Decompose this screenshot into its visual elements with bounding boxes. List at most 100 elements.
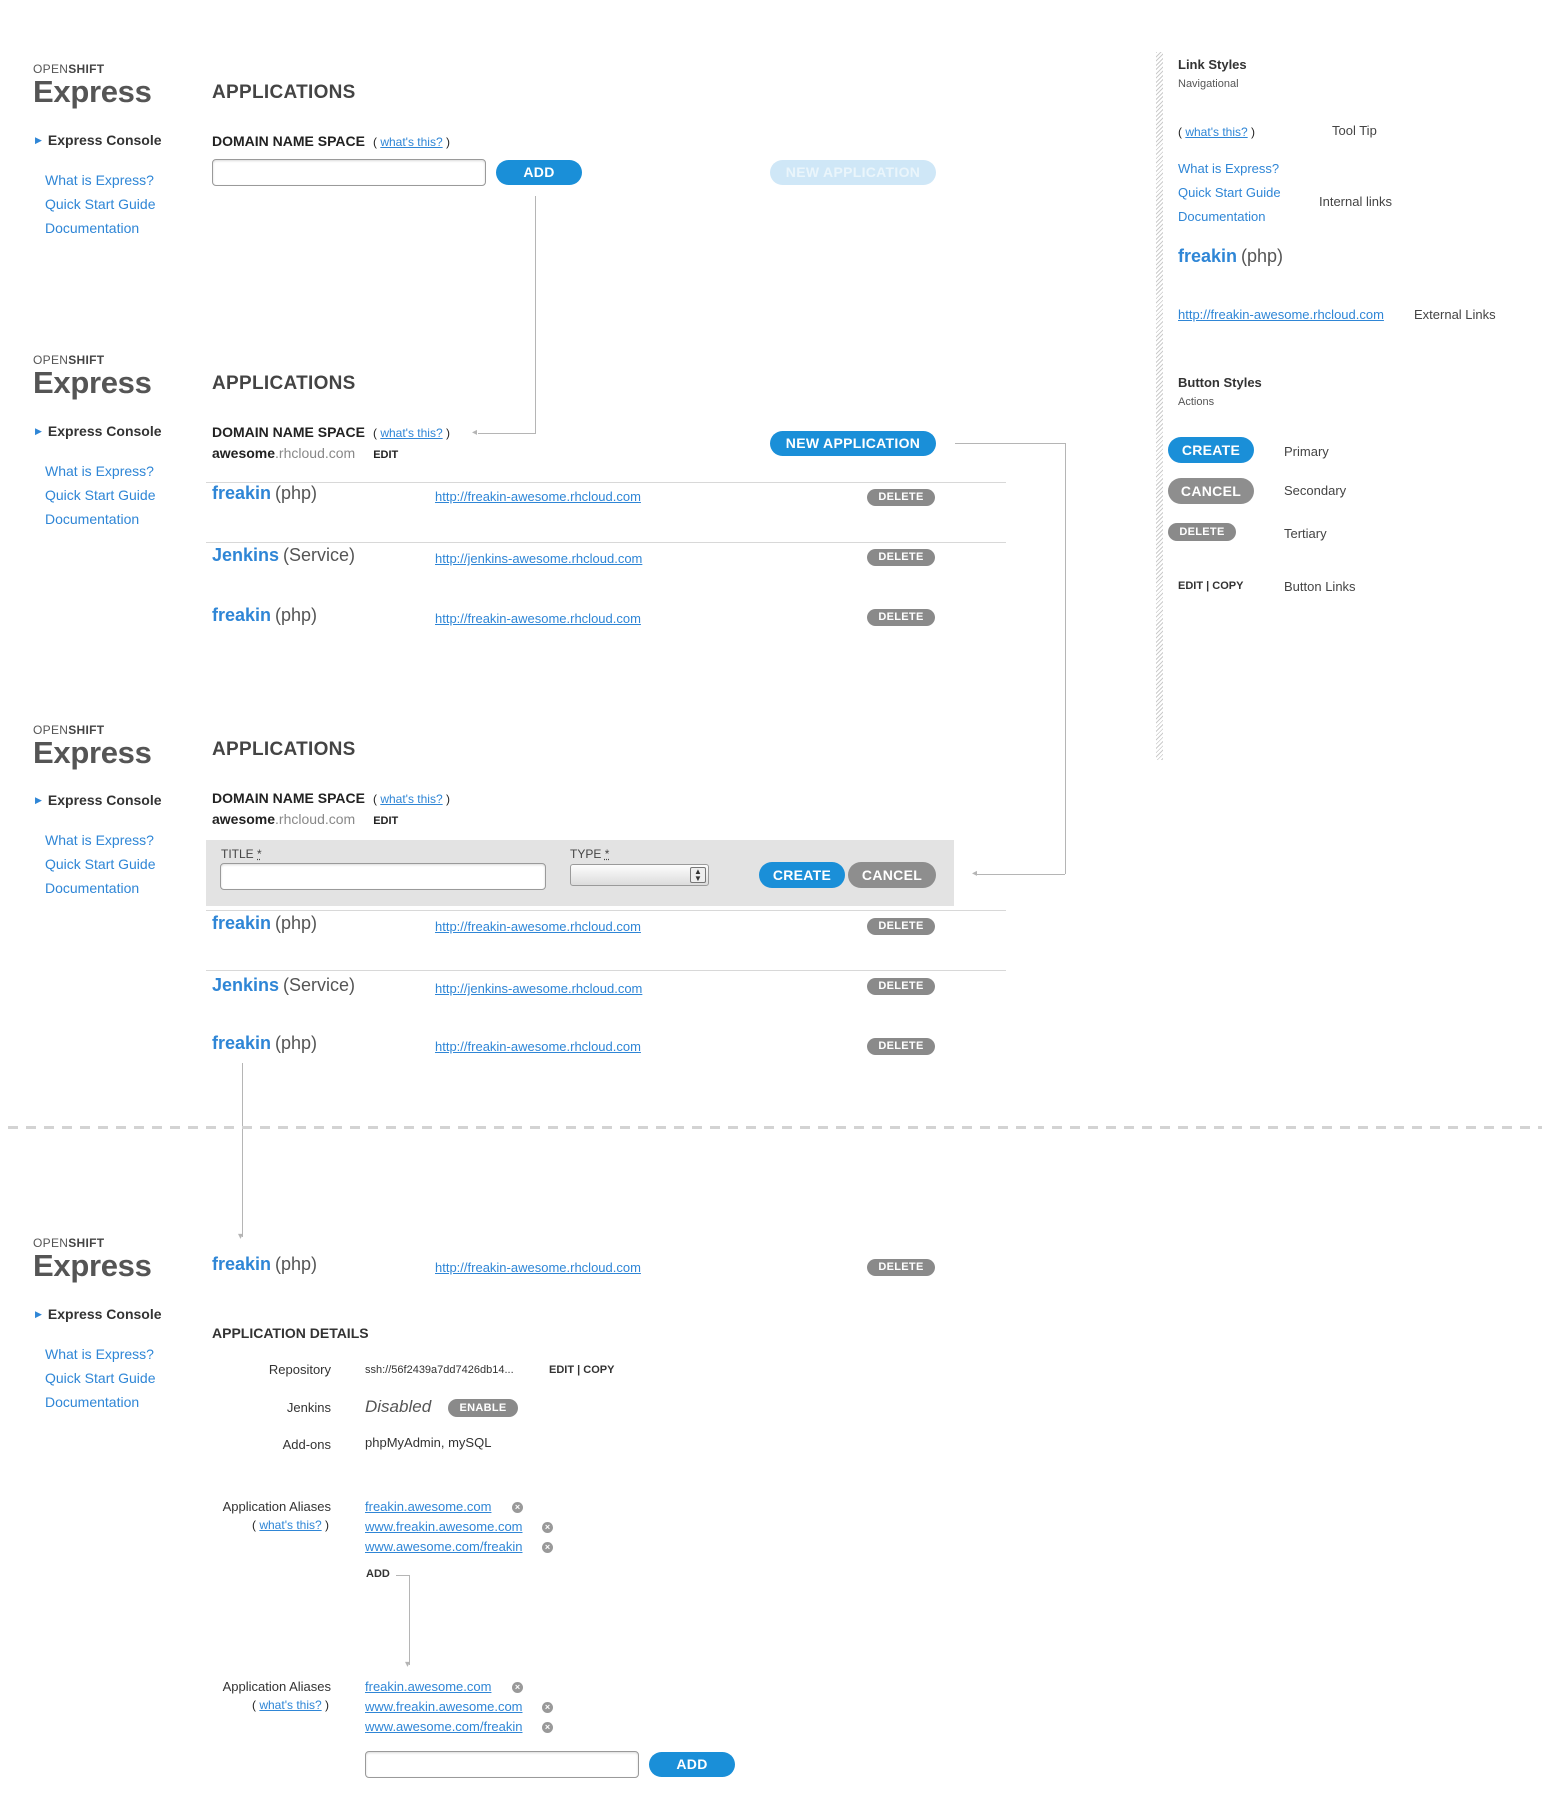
apps-heading: APPLICATIONS — [212, 739, 356, 760]
whats-this-link[interactable]: what's this? — [259, 1518, 321, 1532]
tooltip-link: ( what's this? ) — [252, 1518, 329, 1532]
dns-label: DOMAIN NAME SPACE ( what's this? ) — [212, 790, 450, 806]
alias-link[interactable]: freakin.awesome.com — [365, 1679, 491, 1694]
internal-links-note: Internal links — [1319, 194, 1392, 209]
brand-logo: OPENSHIFT Express — [33, 1237, 152, 1283]
brand-logo: OPENSHIFT Express — [33, 354, 152, 400]
nav-link-what-is[interactable]: What is Express? — [45, 828, 156, 852]
sample-link-documentation[interactable]: Documentation — [1178, 209, 1265, 224]
paren-close: ) — [1251, 125, 1256, 139]
nav-link-documentation[interactable]: Documentation — [45, 876, 156, 900]
app-url-link[interactable]: http://freakin-awesome.rhcloud.com — [435, 1039, 641, 1054]
connector-line — [409, 1575, 410, 1665]
domain-name: awesome — [212, 811, 276, 827]
alias-link[interactable]: freakin.awesome.com — [365, 1499, 491, 1514]
app-row: Jenkins (Service) http://jenkins-awesome.… — [206, 482, 1006, 566]
remove-icon[interactable]: × — [542, 1542, 553, 1553]
actions-subheading: Actions — [1178, 396, 1215, 408]
brand-logo: OPENSHIFT Express — [33, 63, 152, 109]
edit-domain-link[interactable]: EDIT — [373, 815, 398, 827]
sample-link-what-is[interactable]: What is Express? — [1178, 161, 1279, 176]
domain-display: awesome.rhcloud.com EDIT — [212, 811, 398, 827]
nav-link-quick-start[interactable]: Quick Start Guide — [45, 192, 156, 216]
sidebar-divider — [1156, 52, 1163, 760]
jenkins-label: Jenkins — [286, 1400, 331, 1415]
dns-label-text: DOMAIN NAME SPACE — [212, 133, 365, 149]
add-alias-button[interactable]: ADD — [649, 1752, 735, 1777]
delete-button[interactable]: DELETE — [867, 1259, 935, 1276]
sample-edit-copy-links[interactable]: EDIT | COPY — [1178, 580, 1243, 592]
triangle-right-icon: ▶ — [35, 426, 42, 436]
paren-close: ) — [445, 792, 450, 806]
whats-this-link[interactable]: what's this? — [259, 1698, 321, 1712]
nav-link-what-is[interactable]: What is Express? — [45, 459, 156, 483]
addons-label: Add-ons — [282, 1437, 331, 1452]
sample-app-name-link[interactable]: freakin (php) — [1178, 246, 1283, 267]
add-alias-link[interactable]: ADD — [366, 1568, 390, 1580]
alias-link[interactable]: www.freakin.awesome.com — [365, 1699, 523, 1714]
nav-link-quick-start[interactable]: Quick Start Guide — [45, 483, 156, 507]
tooltip-link: ( what's this? ) — [373, 135, 450, 149]
nav-link-quick-start[interactable]: Quick Start Guide — [45, 852, 156, 876]
new-application-button-disabled: NEW APPLICATION — [770, 160, 936, 185]
enable-button[interactable]: ENABLE — [448, 1399, 518, 1417]
paren-close: ) — [445, 135, 450, 149]
alias-input[interactable] — [365, 1751, 639, 1778]
nav-link-documentation[interactable]: Documentation — [45, 507, 156, 531]
sample-create-button[interactable]: CREATE — [1168, 437, 1254, 463]
app-row: freakin (php) http://freakin-awesome.rhcl… — [206, 970, 1006, 1055]
sample-cancel-button[interactable]: CANCEL — [1168, 478, 1254, 504]
tooltip-link: ( what's this? ) — [1178, 125, 1255, 139]
sample-delete-button[interactable]: DELETE — [1168, 523, 1236, 541]
app-url-link[interactable]: http://freakin-awesome.rhcloud.com — [435, 611, 641, 626]
addons-value: phpMyAdmin, mySQL — [365, 1435, 492, 1450]
secondary-note: Secondary — [1284, 483, 1347, 498]
external-links-note: External Links — [1414, 307, 1496, 322]
brand-name: Express — [33, 735, 152, 770]
paren-open: ( — [372, 792, 377, 806]
nav-link-documentation[interactable]: Documentation — [45, 216, 156, 240]
alias-link[interactable]: www.freakin.awesome.com — [365, 1519, 523, 1534]
nav-link-what-is[interactable]: What is Express? — [45, 168, 156, 192]
app-type: (php) — [275, 1033, 318, 1053]
button-styles-heading: Button Styles — [1178, 375, 1262, 390]
tooltip-note: Tool Tip — [1332, 123, 1377, 138]
whats-this-link[interactable]: what's this? — [1185, 125, 1247, 139]
nav-express-console[interactable]: ▶ Express Console — [35, 792, 162, 808]
connector-line — [1065, 443, 1066, 874]
nav-express-console[interactable]: ▶ Express Console — [35, 423, 162, 439]
app-name-link[interactable]: freakin (php) — [212, 1254, 317, 1275]
whats-this-link[interactable]: what's this? — [380, 135, 442, 149]
remove-icon[interactable]: × — [512, 1682, 523, 1693]
app-row: Jenkins (Service) http://jenkins-awesome.… — [206, 910, 1006, 996]
app-url-link[interactable]: http://freakin-awesome.rhcloud.com — [435, 1260, 641, 1275]
nav-link-documentation[interactable]: Documentation — [45, 1390, 156, 1414]
nav-link-quick-start[interactable]: Quick Start Guide — [45, 1366, 156, 1390]
remove-icon[interactable]: × — [512, 1502, 523, 1513]
domain-suffix: .rhcloud.com — [275, 811, 356, 827]
paren-open: ( — [252, 1518, 256, 1532]
whats-this-link[interactable]: what's this? — [380, 792, 442, 806]
remove-icon[interactable]: × — [542, 1702, 553, 1713]
repository-value: ssh://56f2439a7dd7426db14... — [365, 1364, 514, 1376]
remove-icon[interactable]: × — [542, 1722, 553, 1733]
app-name-link[interactable]: freakin (php) — [212, 605, 317, 626]
brand-name: Express — [33, 365, 152, 400]
delete-button[interactable]: DELETE — [867, 1038, 935, 1055]
paren-open: ( — [252, 1698, 256, 1712]
remove-icon[interactable]: × — [542, 1522, 553, 1533]
app-name-link[interactable]: freakin (php) — [212, 1033, 317, 1054]
delete-button[interactable]: DELETE — [867, 609, 935, 626]
sample-link-quick-start[interactable]: Quick Start Guide — [1178, 185, 1281, 200]
alias-link[interactable]: www.awesome.com/freakin — [365, 1539, 523, 1554]
domain-input[interactable] — [212, 159, 486, 186]
nav-express-console[interactable]: ▶ Express Console — [35, 1306, 162, 1322]
nav-express-console[interactable]: ▶ Express Console — [35, 132, 162, 148]
sample-external-link[interactable]: http://freakin-awesome.rhcloud.com — [1178, 307, 1384, 322]
nav-link-what-is[interactable]: What is Express? — [45, 1342, 156, 1366]
add-button[interactable]: ADD — [496, 160, 582, 185]
primary-note: Primary — [1284, 444, 1329, 459]
alias-link[interactable]: www.awesome.com/freakin — [365, 1719, 523, 1734]
triangle-right-icon: ▶ — [35, 795, 42, 805]
repository-edit-copy-links[interactable]: EDIT | COPY — [549, 1364, 614, 1376]
